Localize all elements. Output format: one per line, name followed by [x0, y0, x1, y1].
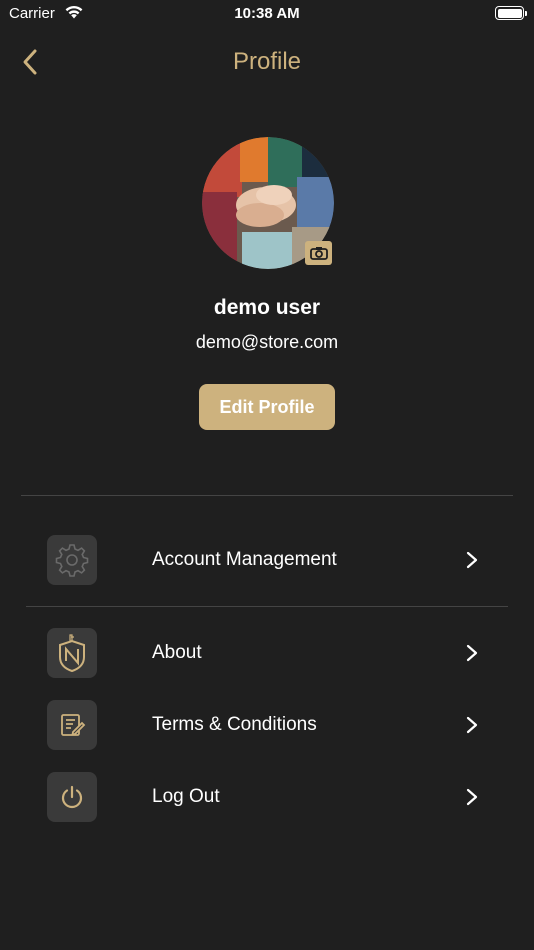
divider	[21, 495, 513, 496]
menu-item-label: Log Out	[152, 786, 220, 807]
edit-profile-button[interactable]: Edit Profile	[199, 384, 335, 430]
page-title: Profile	[232, 48, 302, 75]
menu-icon-tile	[47, 700, 97, 750]
power-icon	[61, 785, 83, 809]
divider	[26, 606, 508, 607]
menu-item-label: About	[152, 642, 202, 663]
gear-icon	[55, 544, 89, 577]
chevron-right-icon	[462, 642, 482, 664]
chevron-right-icon	[462, 549, 482, 571]
shield-logo-icon	[59, 634, 85, 673]
menu-icon-tile	[47, 628, 97, 678]
status-bar: Carrier 10:38 AM	[0, 0, 534, 28]
menu-item-about[interactable]: About	[0, 625, 534, 681]
chevron-right-icon	[462, 786, 482, 808]
menu-icon-tile	[47, 535, 97, 585]
nav-bar: Profile	[0, 36, 534, 88]
menu-item-terms-conditions[interactable]: Terms & Conditions	[0, 697, 534, 753]
menu-item-label: Account Management	[152, 549, 337, 570]
user-name: demo user	[213, 296, 321, 319]
user-email: demo@store.com	[195, 332, 339, 352]
menu-icon-tile	[47, 772, 97, 822]
document-edit-icon	[61, 714, 86, 736]
camera-icon	[309, 247, 328, 260]
status-time: 10:38 AM	[234, 5, 300, 22]
chevron-right-icon	[462, 714, 482, 736]
battery-icon	[495, 6, 527, 20]
menu-item-log-out[interactable]: Log Out	[0, 769, 534, 825]
menu-item-account-management[interactable]: Account Management	[0, 532, 534, 588]
change-photo-button[interactable]	[305, 241, 332, 265]
avatar-container	[202, 137, 334, 269]
menu-item-label: Terms & Conditions	[152, 714, 317, 735]
